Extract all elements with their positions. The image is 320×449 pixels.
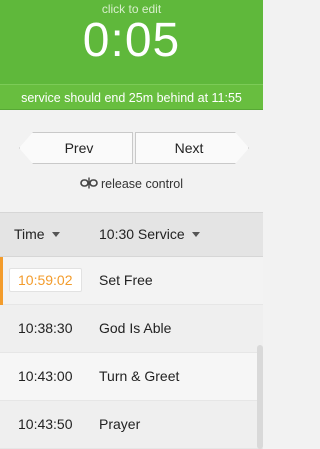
item-title: Prayer: [99, 416, 141, 432]
table-header: Time 10:30 Service: [0, 212, 263, 257]
timer-panel[interactable]: click to edit 0:05: [0, 0, 263, 84]
release-control-label: release control: [101, 177, 183, 191]
controls-panel: Prev Next release control: [0, 110, 263, 212]
list-item[interactable]: 10:43:50 Prayer: [0, 401, 263, 449]
item-title: God Is Able: [99, 320, 172, 336]
item-title: Turn & Greet: [99, 368, 180, 384]
list-item[interactable]: 10:59:02 Set Free: [0, 257, 263, 305]
list-item[interactable]: 10:38:30 God Is Able: [0, 305, 263, 353]
chevron-down-icon: [191, 232, 200, 237]
item-time: 10:43:00: [18, 368, 73, 384]
item-time: 10:38:30: [18, 320, 73, 336]
service-status-bar: service should end 25m behind at 11:55: [0, 84, 263, 110]
time-column-header[interactable]: Time: [14, 226, 60, 242]
scrollbar[interactable]: [257, 345, 263, 449]
plan-items-list: 10:59:02 Set Free 10:38:30 God Is Able 1…: [0, 257, 263, 449]
prev-button[interactable]: Prev: [19, 132, 133, 164]
countdown-timer[interactable]: 0:05: [0, 14, 263, 68]
item-time: 10:43:50: [18, 416, 73, 432]
service-selector-label: 10:30 Service: [99, 226, 185, 242]
item-title: Set Free: [99, 272, 153, 288]
item-time[interactable]: 10:59:02: [9, 268, 82, 292]
chevron-down-icon: [51, 232, 60, 237]
list-item[interactable]: 10:43:00 Turn & Greet: [0, 353, 263, 401]
unlink-icon: [80, 177, 98, 189]
next-button[interactable]: Next: [135, 132, 249, 164]
current-item-marker: [0, 257, 3, 305]
time-column-label: Time: [14, 226, 45, 242]
service-selector[interactable]: 10:30 Service: [99, 226, 200, 242]
release-control-link[interactable]: release control: [0, 177, 263, 191]
